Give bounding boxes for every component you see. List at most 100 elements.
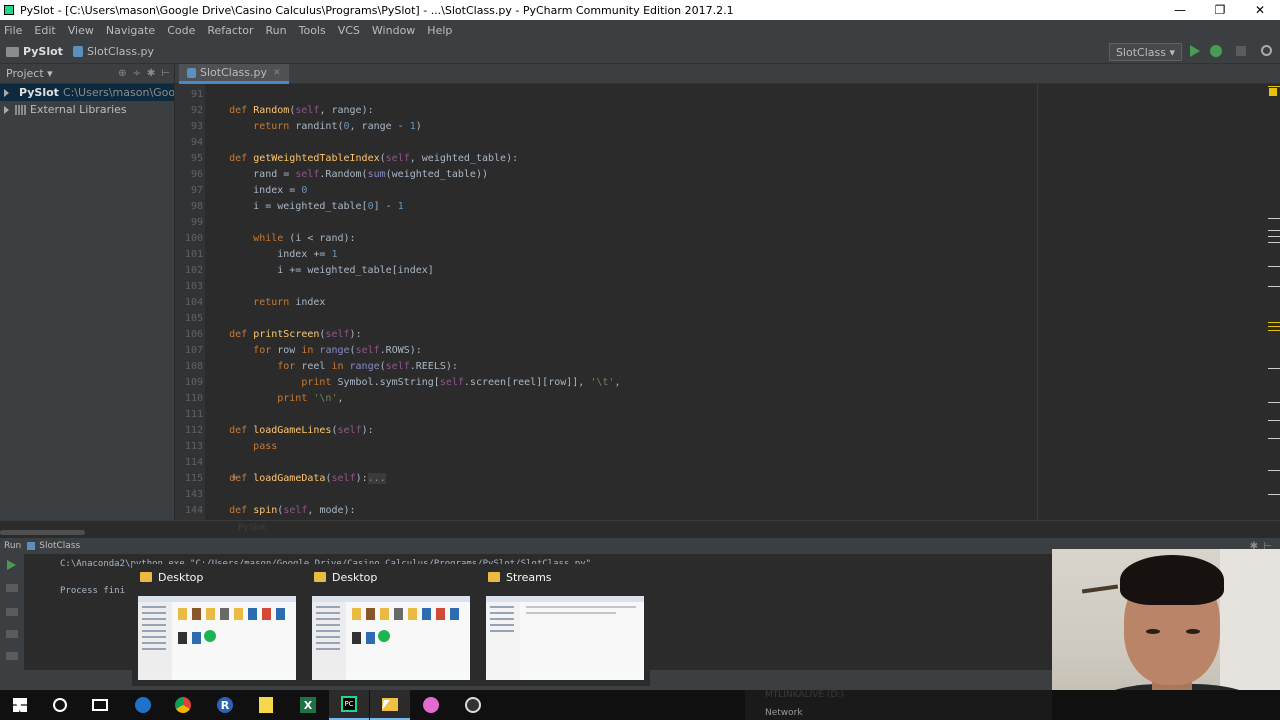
code-editor[interactable]: def Random(self, range): return randint(…: [205, 84, 1265, 520]
run-config-tab[interactable]: SlotClass: [39, 541, 80, 551]
menu-help[interactable]: Help: [427, 24, 452, 37]
stripe-mark: [1268, 322, 1280, 323]
menu-navigate[interactable]: Navigate: [106, 24, 155, 37]
cortana-icon: [53, 698, 67, 712]
run-icon[interactable]: [1190, 45, 1200, 57]
code-line[interactable]: def Random(self, range):: [205, 105, 374, 116]
taskbar-r[interactable]: R: [205, 690, 245, 720]
code-line[interactable]: def spin(self, mode):: [205, 505, 355, 516]
search-icon[interactable]: [1261, 45, 1272, 56]
pause-icon[interactable]: [6, 608, 18, 616]
expand-arrow-icon[interactable]: [4, 105, 9, 114]
breadcrumb-file[interactable]: SlotClass.py: [72, 45, 154, 58]
task-view-button[interactable]: [80, 690, 120, 720]
code-line[interactable]: i += weighted_table[index]: [205, 265, 434, 276]
line-number: 105: [184, 313, 203, 324]
line-number: 114: [184, 457, 203, 468]
stripe-mark: [1268, 420, 1280, 421]
menu-file[interactable]: File: [4, 24, 22, 37]
taskbar-sticky-notes[interactable]: [246, 690, 286, 720]
horizontal-scrollbar[interactable]: PySlot: [0, 520, 1280, 538]
menu-window[interactable]: Window: [372, 24, 415, 37]
tab-close-icon[interactable]: ✕: [273, 68, 281, 78]
fold-expand-icon[interactable]: +: [231, 473, 239, 483]
thumbnail-title: Desktop: [332, 570, 378, 584]
line-number: 108: [184, 361, 203, 372]
code-line[interactable]: index = 0: [205, 185, 307, 196]
thumbnail-window-3[interactable]: Streams: [480, 564, 650, 686]
thumbnail-preview: [138, 596, 296, 680]
line-number: 109: [184, 377, 203, 388]
code-line[interactable]: pass: [205, 441, 277, 452]
taskbar-obs[interactable]: [453, 690, 493, 720]
expand-arrow-icon[interactable]: [4, 88, 9, 97]
code-line[interactable]: print '\n',: [205, 393, 343, 404]
layout-icon[interactable]: [6, 630, 18, 638]
start-button[interactable]: [0, 690, 40, 720]
project-panel: Project ▾ ⊕ ÷ ✱ ⊢ PySlot C:\Users\mason\…: [0, 64, 174, 531]
minimize-button[interactable]: —: [1160, 0, 1200, 20]
taskbar-itunes[interactable]: [411, 690, 451, 720]
menu-tools[interactable]: Tools: [299, 24, 326, 37]
pin-icon[interactable]: [6, 652, 18, 660]
code-line[interactable]: def printScreen(self):: [205, 329, 362, 340]
tab-slotclass[interactable]: SlotClass.py ✕: [179, 64, 289, 84]
code-line[interactable]: i = weighted_table[0] - 1: [205, 201, 404, 212]
thumbnail-window-2[interactable]: Desktop: [306, 564, 476, 686]
excel-icon: X: [300, 697, 316, 713]
python-file-icon: [187, 67, 196, 78]
hide-panel-icon[interactable]: ⊢: [161, 68, 170, 79]
menu-code[interactable]: Code: [167, 24, 195, 37]
stripe-mark: [1268, 330, 1280, 331]
maximize-button[interactable]: ❐: [1200, 0, 1240, 20]
chrome-icon: [175, 697, 191, 713]
breadcrumb-project[interactable]: PySlot: [6, 45, 63, 58]
scrollbar-thumb[interactable]: [0, 530, 85, 535]
tree-item-pyslot[interactable]: PySlot C:\Users\mason\Google: [0, 84, 174, 101]
code-line[interactable]: while (i < rand):: [205, 233, 355, 244]
code-line[interactable]: index += 1: [205, 249, 337, 260]
code-line[interactable]: rand = self.Random(sum(weighted_table)): [205, 169, 488, 180]
run-panel-label[interactable]: Run: [4, 541, 21, 551]
code-line[interactable]: for row in range(self.ROWS):: [205, 345, 422, 356]
taskbar-edge[interactable]: [123, 690, 163, 720]
code-line[interactable]: def getWeightedTableIndex(self, weighted…: [205, 153, 518, 164]
thumbnail-header: Desktop: [306, 564, 476, 590]
run-config-select[interactable]: SlotClass ▾: [1108, 43, 1182, 61]
menu-edit[interactable]: Edit: [34, 24, 55, 37]
tree-item-label: External Libraries: [30, 103, 127, 116]
tree-item-external-libraries[interactable]: External Libraries: [0, 101, 174, 118]
taskbar-chrome[interactable]: [163, 690, 203, 720]
menu-vcs[interactable]: VCS: [338, 24, 360, 37]
menu-refactor[interactable]: Refactor: [207, 24, 253, 37]
line-number: 98: [190, 201, 203, 212]
project-panel-title[interactable]: Project ▾: [6, 67, 53, 80]
taskbar-file-explorer[interactable]: [370, 690, 410, 720]
taskbar-excel[interactable]: X: [288, 690, 328, 720]
code-line[interactable]: return index: [205, 297, 325, 308]
code-line[interactable]: def loadGameLines(self):: [205, 425, 374, 436]
thumbnail-preview: [312, 596, 470, 680]
line-number: 102: [184, 265, 203, 276]
code-line[interactable]: for reel in range(self.REELS):: [205, 361, 458, 372]
rerun-icon[interactable]: [7, 560, 16, 570]
folder-icon: [6, 46, 19, 57]
close-button[interactable]: ✕: [1240, 0, 1280, 20]
code-line[interactable]: print Symbol.symString[self.screen[reel]…: [205, 377, 620, 388]
menu-run[interactable]: Run: [266, 24, 287, 37]
menu-view[interactable]: View: [68, 24, 94, 37]
cortana-button[interactable]: [40, 690, 80, 720]
stop-icon[interactable]: [1236, 46, 1246, 56]
locate-icon[interactable]: ⊕: [118, 68, 126, 79]
line-number: 95: [190, 153, 203, 164]
code-line[interactable]: return randint(0, range - 1): [205, 121, 422, 132]
stop-icon[interactable]: [6, 584, 18, 592]
debug-icon[interactable]: [1210, 45, 1222, 57]
line-number-gutter: 91 92 93 94 95 96 97 98 99 100 101 102 103 104 105 106 1…: [175, 84, 205, 520]
editor-error-stripe[interactable]: [1266, 84, 1280, 520]
run-toolbar: [0, 554, 24, 674]
taskbar-pycharm[interactable]: PC: [329, 690, 369, 720]
collapse-icon[interactable]: ÷: [133, 68, 141, 79]
settings-icon[interactable]: ✱: [147, 68, 155, 79]
thumbnail-window-1[interactable]: Desktop: [132, 564, 302, 686]
